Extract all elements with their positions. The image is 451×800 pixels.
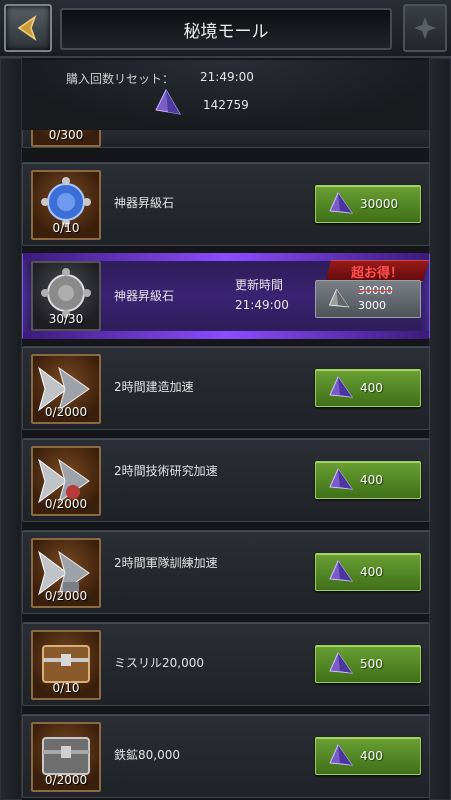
reset-label: 購入回数リセット：: [66, 72, 175, 86]
back-arrow-icon: [17, 15, 37, 41]
update-label: 更新時間: [235, 278, 284, 292]
item-count: 0/2000: [44, 497, 88, 511]
item-name: ミスリル20,000: [114, 656, 204, 670]
buy-button-disabled[interactable]: 30000 3000: [315, 280, 421, 318]
update-time: 21:49:00: [235, 298, 289, 312]
gem-icon: [329, 559, 354, 582]
shop-item: 0/2000 鉄鉱80,000 400: [22, 714, 430, 798]
buy-button[interactable]: 30000: [315, 185, 421, 223]
gem-icon: [328, 288, 350, 308]
item-name: 鉄鉱80,000: [114, 748, 180, 762]
page-title: 秘境モール: [60, 8, 392, 50]
shop-item: 0/300: [22, 130, 430, 148]
shop-item-special: 30/30 神器昇級石 更新時間 21:49:00 超お得！ 30000 300…: [22, 253, 430, 339]
back-button[interactable]: [4, 4, 52, 52]
item-count: 0/10: [52, 681, 80, 695]
item-name: 2時間技術研究加速: [114, 464, 218, 478]
header: 秘境モール: [0, 0, 451, 58]
reset-time: 21:49:00: [200, 70, 254, 84]
price: 400: [360, 381, 383, 395]
buy-button[interactable]: 400: [315, 553, 421, 591]
item-name: 2時間軍隊訓練加速: [114, 556, 218, 570]
speedup-icon: 0/2000: [31, 354, 101, 424]
right-pillar: [429, 58, 451, 800]
item-icon: 0/300: [31, 130, 101, 147]
item-count: 30/30: [48, 312, 84, 326]
price: 30000: [360, 197, 399, 211]
gem-icon: [329, 191, 354, 214]
item-name: 神器昇級石: [114, 289, 175, 303]
price: 400: [360, 749, 383, 763]
shop-item: 0/10 神器昇級石 30000: [22, 162, 430, 246]
mithril-chest-icon: 0/10: [31, 630, 101, 700]
buy-button[interactable]: 400: [315, 461, 421, 499]
gem-icon: [329, 651, 354, 674]
gem-icon: [329, 375, 354, 398]
silver-orb-icon: 30/30: [31, 261, 101, 331]
speedup-research-icon: 0/2000: [31, 446, 101, 516]
deal-banner: 超お得！: [325, 260, 429, 282]
special-stripe: [23, 253, 429, 261]
page-title-text: 秘境モール: [183, 21, 269, 42]
price: 400: [360, 473, 383, 487]
shop-item: 0/10 ミスリル20,000 500: [22, 622, 430, 706]
price: 500: [360, 657, 383, 671]
item-count: 0/2000: [44, 589, 88, 603]
item-count: 0/10: [52, 221, 80, 235]
special-stripe: [23, 331, 429, 339]
price: 400: [360, 565, 383, 579]
buy-button[interactable]: 400: [315, 369, 421, 407]
buy-button[interactable]: 400: [315, 737, 421, 775]
ornament-icon: [403, 4, 447, 52]
iron-chest-icon: 0/2000: [31, 722, 101, 792]
old-price: 30000: [358, 284, 393, 297]
shop-item: 0/2000 2時間建造加速 400: [22, 346, 430, 430]
item-name: 神器昇級石: [114, 196, 175, 210]
item-count: 0/300: [48, 130, 84, 142]
shop-list[interactable]: 0/300 0/10 神器昇級石 30000 30/30 神器昇級石 更新時間 …: [22, 130, 430, 800]
gem-count: 142759: [203, 98, 249, 112]
buy-button[interactable]: 500: [315, 645, 421, 683]
gem-icon: [329, 467, 354, 490]
item-count: 0/2000: [44, 773, 88, 787]
item-count: 0/2000: [44, 405, 88, 419]
speedup-train-icon: 0/2000: [31, 538, 101, 608]
item-name: 2時間建造加速: [114, 380, 194, 394]
left-pillar: [0, 58, 22, 800]
shop-item: 0/2000 2時間技術研究加速 400: [22, 438, 430, 522]
gem-icon: [329, 743, 354, 766]
shop-item: 0/2000 2時間軍隊訓練加速 400: [22, 530, 430, 614]
new-price: 3000: [358, 299, 386, 312]
gem-icon: [155, 88, 181, 115]
blue-orb-icon: 0/10: [31, 170, 101, 240]
